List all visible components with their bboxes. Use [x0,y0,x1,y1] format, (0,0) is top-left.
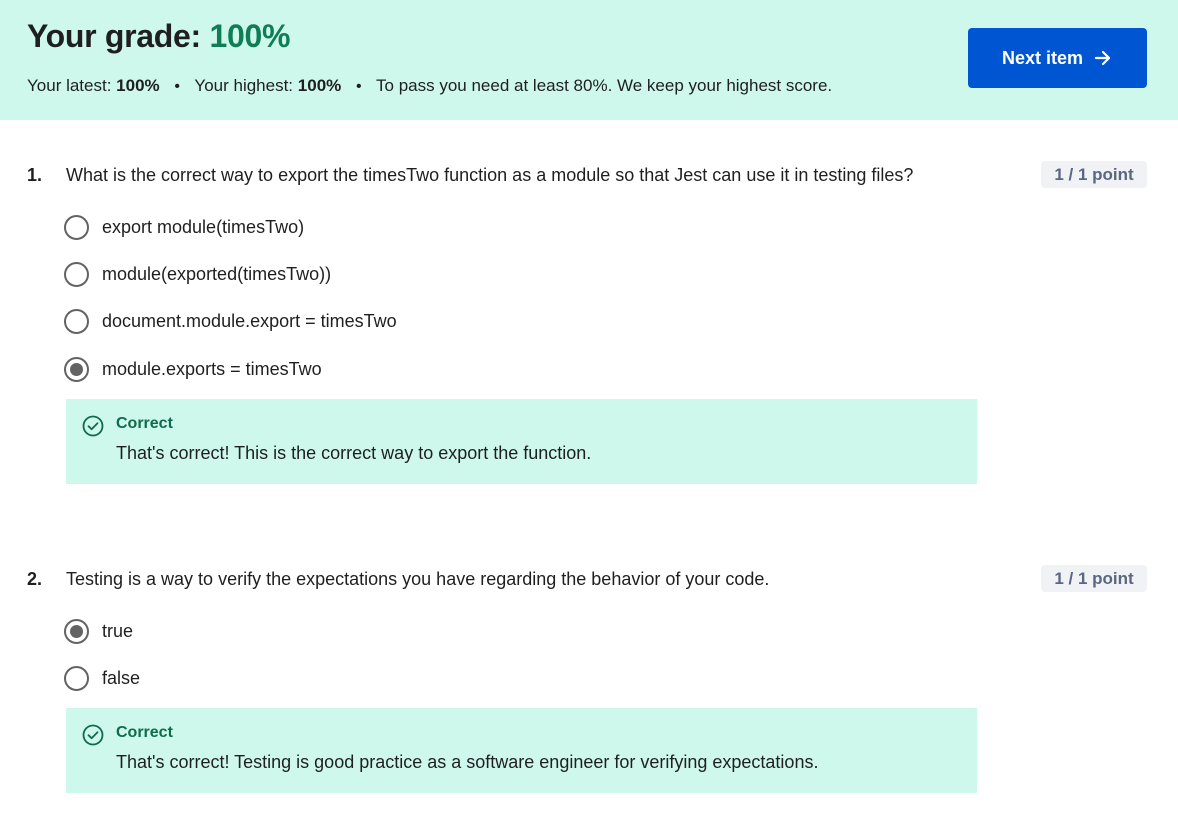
latest-value: 100% [116,76,160,95]
grade-value: 100% [209,18,291,54]
next-item-label: Next item [1001,47,1084,68]
check-circle-icon [82,415,104,437]
answer-option[interactable]: false [64,663,140,693]
answer-label: export module(timesTwo) [102,216,305,237]
question-number: 2. [27,569,43,589]
answer-option[interactable]: export module(timesTwo) [64,212,304,242]
points-badge: 1 / 1 point [1041,565,1147,592]
feedback-box: Correct That's correct! This is the corr… [66,399,977,484]
grade-label: Your grade: [27,18,201,54]
highest-label: Your highest: [194,76,294,95]
next-item-button[interactable]: Next item [968,28,1147,88]
radio-button[interactable] [64,261,89,287]
grade-banner: Your grade: 100% Your latest: 100% • You… [0,0,1178,120]
question-number: 1. [27,165,43,185]
radio-button[interactable] [64,665,89,691]
question-text: What is the correct way to export the ti… [66,165,914,185]
feedback-box: Correct That's correct! Testing is good … [66,708,977,793]
points-badge: 1 / 1 point [1041,161,1147,188]
answer-option[interactable]: document.module.export = timesTwo [64,306,397,336]
radio-button-checked[interactable] [64,356,89,382]
grade-summary: Your latest: 100% • Your highest: 100% •… [27,76,832,96]
separator: • [356,78,362,95]
feedback-title: Correct [116,415,173,432]
feedback-title: Correct [116,724,173,741]
radio-button-checked[interactable] [64,618,89,644]
question-text: Testing is a way to verify the expectati… [66,569,770,589]
answer-option[interactable]: module(exported(timesTwo)) [64,259,331,289]
answer-label: document.module.export = timesTwo [102,310,397,331]
feedback-text: That's correct! Testing is good practice… [116,752,819,772]
arrow-right-icon [1094,50,1111,66]
pass-note: To pass you need at least 80%. We keep y… [376,76,833,95]
radio-button[interactable] [64,214,89,240]
separator: • [174,78,180,95]
answer-label: module(exported(timesTwo)) [102,263,332,284]
latest-label: Your latest: [27,76,112,95]
answer-label: true [102,620,134,641]
feedback-text: That's correct! This is the correct way … [116,443,592,463]
radio-button[interactable] [64,308,89,334]
answer-label: module.exports = timesTwo [102,358,322,379]
check-circle-icon [82,724,104,746]
answer-option-selected[interactable]: true [64,616,133,646]
answer-label: false [102,667,141,688]
highest-value: 100% [297,76,342,95]
answer-option-selected[interactable]: module.exports = timesTwo [64,354,322,384]
grade-title: Your grade: 100% [27,18,290,55]
